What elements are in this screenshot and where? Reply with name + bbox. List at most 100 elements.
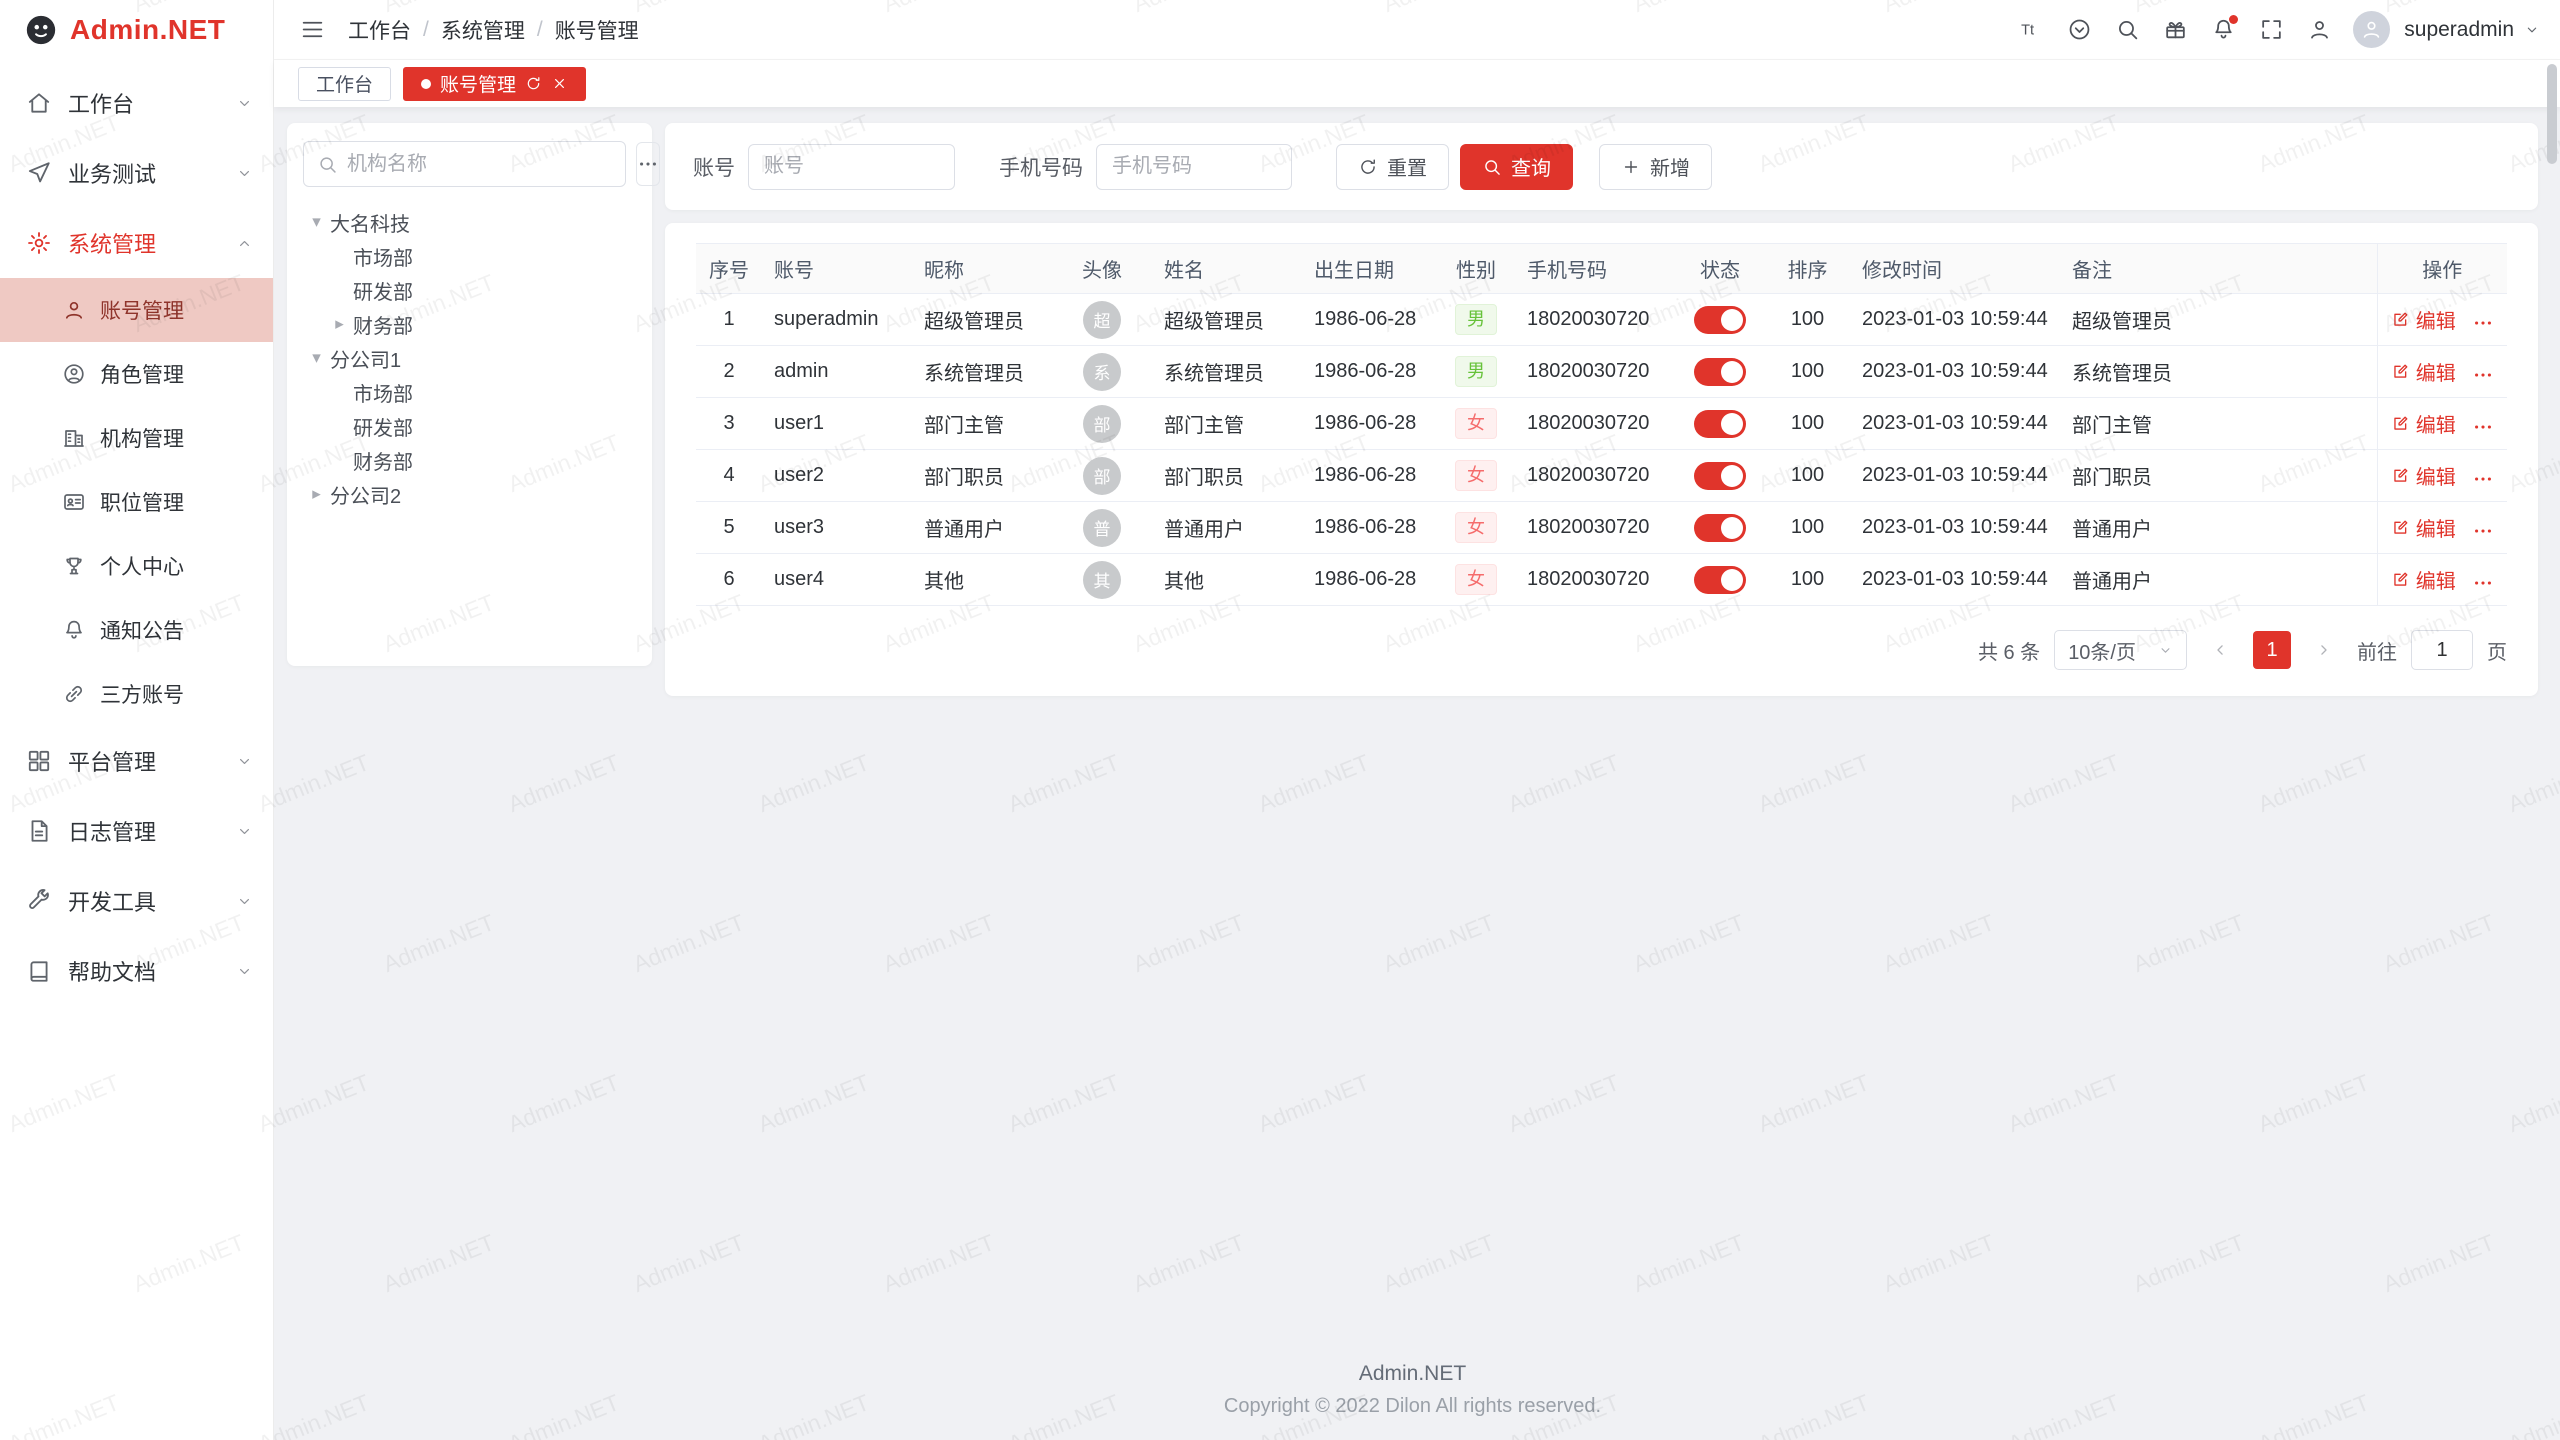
org-search-input[interactable] [347, 153, 612, 176]
edit-button[interactable]: 编辑 [2391, 565, 2456, 594]
status-toggle[interactable] [1694, 462, 1746, 490]
goto-page-input[interactable] [2411, 630, 2473, 670]
gender-badge: 女 [1455, 564, 1497, 595]
status-toggle[interactable] [1694, 410, 1746, 438]
table-row: 3user1部门主管部部门主管1986-06-28女18020030720100… [696, 398, 2507, 450]
column-header: 性别 [1437, 244, 1515, 294]
tree-node[interactable]: 市场部 [303, 375, 636, 409]
tree-node[interactable]: ▾分公司1 [303, 341, 636, 375]
edit-button[interactable]: 编辑 [2391, 461, 2456, 490]
row-more-button[interactable] [2472, 312, 2494, 334]
status-toggle[interactable] [1694, 566, 1746, 594]
account-label: 账号 [693, 152, 735, 182]
tab-close-icon[interactable] [551, 75, 568, 92]
chevron-down-icon [236, 165, 253, 182]
component-size-icon[interactable] [2057, 8, 2101, 52]
cell-account: user2 [762, 450, 912, 502]
cell-nickname: 普通用户 [912, 502, 1052, 554]
sidebar-item-business-test[interactable]: 业务测试 [0, 138, 273, 208]
font-size-icon[interactable]: Tt [2009, 8, 2053, 52]
sidebar-item-help-docs[interactable]: 帮助文档 [0, 936, 273, 1006]
sidebar-item-workbench[interactable]: 工作台 [0, 68, 273, 138]
cell-birthdate: 1986-06-28 [1302, 554, 1437, 606]
sidebar-item-log-mgmt[interactable]: 日志管理 [0, 796, 273, 866]
sidebar-item-personal-center[interactable]: 个人中心 [0, 534, 273, 598]
cell-name: 普通用户 [1152, 502, 1302, 554]
theme-icon[interactable] [2153, 8, 2197, 52]
cell-phone: 18020030720 [1515, 398, 1675, 450]
add-button[interactable]: 新增 [1599, 144, 1712, 190]
fullscreen-icon[interactable] [2249, 8, 2293, 52]
account-input[interactable] [748, 144, 955, 190]
tab-account-mgmt[interactable]: 账号管理 [403, 67, 586, 101]
prev-page-button[interactable] [2201, 631, 2239, 669]
caret-right-icon[interactable]: ▸ [303, 484, 330, 504]
breadcrumb-item[interactable]: 系统管理 [441, 15, 525, 45]
row-avatar: 部 [1083, 405, 1121, 443]
sidebar-item-account-mgmt[interactable]: 账号管理 [0, 278, 273, 342]
phone-input[interactable] [1096, 144, 1292, 190]
edit-button[interactable]: 编辑 [2391, 357, 2456, 386]
sidebar-item-notice[interactable]: 通知公告 [0, 598, 273, 662]
org-search-field[interactable] [303, 141, 626, 187]
tab-workbench[interactable]: 工作台 [298, 67, 391, 101]
sidebar-item-position-mgmt[interactable]: 职位管理 [0, 470, 273, 534]
row-more-button[interactable] [2472, 468, 2494, 490]
sidebar-item-system-mgmt[interactable]: 系统管理 [0, 208, 273, 278]
edit-button[interactable]: 编辑 [2391, 305, 2456, 334]
chevron-up-icon [236, 235, 253, 252]
caret-down-icon[interactable]: ▾ [303, 212, 330, 232]
tree-more-button[interactable] [636, 142, 660, 186]
status-toggle[interactable] [1694, 358, 1746, 386]
sidebar-item-dev-tools[interactable]: 开发工具 [0, 866, 273, 936]
row-avatar: 其 [1083, 561, 1121, 599]
sidebar-item-role-mgmt[interactable]: 角色管理 [0, 342, 273, 406]
status-toggle[interactable] [1694, 514, 1746, 542]
user-info-icon[interactable] [2297, 8, 2341, 52]
caret-down-icon[interactable]: ▾ [303, 348, 330, 368]
row-more-button[interactable] [2472, 520, 2494, 542]
trophy-icon [62, 554, 86, 578]
breadcrumb-item[interactable]: 账号管理 [555, 15, 639, 45]
search-button[interactable]: 查询 [1460, 144, 1573, 190]
app-logo[interactable]: Admin.NET [0, 0, 273, 60]
person-circle-icon [62, 362, 86, 386]
tree-node[interactable]: ▾大名科技 [303, 205, 636, 239]
tree-node[interactable]: 研发部 [303, 409, 636, 443]
breadcrumb-item[interactable]: 工作台 [348, 15, 411, 45]
notification-icon[interactable] [2201, 8, 2245, 52]
tree-node[interactable]: 研发部 [303, 273, 636, 307]
caret-right-icon[interactable]: ▸ [326, 314, 353, 334]
tree-node[interactable]: ▸财务部 [303, 307, 636, 341]
tree-node[interactable]: 财务部 [303, 443, 636, 477]
cell-order: 100 [1765, 554, 1850, 606]
row-more-button[interactable] [2472, 572, 2494, 594]
tree-node[interactable]: ▸分公司2 [303, 477, 636, 511]
search-icon [1482, 157, 1502, 177]
sidebar-menu: 工作台业务测试系统管理账号管理角色管理机构管理职位管理个人中心通知公告三方账号平… [0, 60, 273, 1440]
sidebar-item-platform-mgmt[interactable]: 平台管理 [0, 726, 273, 796]
global-search-icon[interactable] [2105, 8, 2149, 52]
ellipsis-icon [2472, 520, 2494, 542]
edit-icon [2391, 414, 2410, 433]
tree-node[interactable]: 市场部 [303, 239, 636, 273]
username[interactable]: superadmin [2404, 18, 2514, 42]
gift-icon [2163, 17, 2188, 42]
tab-refresh-icon[interactable] [525, 75, 542, 92]
sidebar-item-org-mgmt[interactable]: 机构管理 [0, 406, 273, 470]
menu-collapse-icon[interactable] [290, 8, 334, 52]
avatar[interactable] [2353, 11, 2390, 48]
reset-button[interactable]: 重置 [1336, 144, 1449, 190]
chevron-down-icon[interactable] [2524, 22, 2540, 38]
scrollbar-thumb[interactable] [2547, 64, 2557, 164]
edit-button[interactable]: 编辑 [2391, 513, 2456, 542]
cell-modified-time: 2023-01-03 10:59:44 [1850, 502, 2060, 554]
row-more-button[interactable] [2472, 416, 2494, 438]
next-page-button[interactable] [2305, 631, 2343, 669]
status-toggle[interactable] [1694, 306, 1746, 334]
current-page[interactable]: 1 [2253, 631, 2291, 669]
sidebar-item-third-account[interactable]: 三方账号 [0, 662, 273, 726]
row-more-button[interactable] [2472, 364, 2494, 386]
page-size-select[interactable]: 10条/页 [2054, 630, 2187, 670]
edit-button[interactable]: 编辑 [2391, 409, 2456, 438]
